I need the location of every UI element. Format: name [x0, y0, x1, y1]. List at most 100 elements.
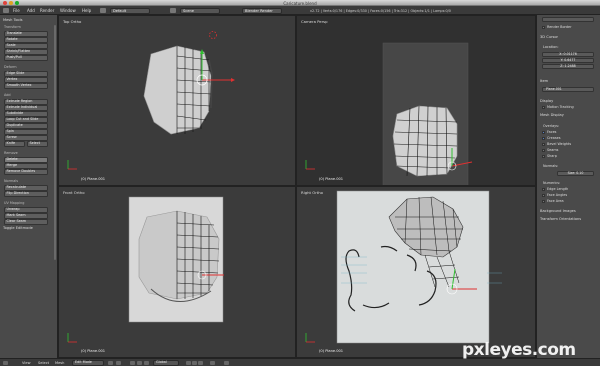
- flip-direction-button[interactable]: Flip Direction: [4, 191, 48, 197]
- menu-window[interactable]: Window: [60, 8, 76, 13]
- 3d-cursor-header[interactable]: 3D Cursor: [540, 35, 558, 39]
- duplicate-button[interactable]: Duplicate: [4, 123, 48, 129]
- translate-manipulator-icon[interactable]: [137, 360, 142, 365]
- background-images-header[interactable]: Background Images: [540, 209, 576, 213]
- render-border-checkbox[interactable]: [542, 26, 545, 29]
- mesh-display-header[interactable]: Mesh Display: [540, 113, 564, 117]
- face-angles-label: Face Angles: [547, 193, 568, 197]
- menu-view[interactable]: View: [22, 361, 31, 365]
- overlays-label: Overlays:: [543, 124, 560, 128]
- knife-select-button[interactable]: Select: [27, 141, 48, 147]
- edge-slide-button[interactable]: Edge Slide: [4, 71, 48, 77]
- editor-type-icon[interactable]: [3, 360, 8, 365]
- spin-button[interactable]: Spin: [4, 129, 48, 135]
- toggle-editmode-header[interactable]: Toggle Editmode: [3, 226, 33, 230]
- menu-select[interactable]: Select: [38, 361, 49, 365]
- shading-icon[interactable]: [108, 360, 113, 365]
- tool-shelf-scrollbar[interactable]: [54, 25, 56, 260]
- mesh-camera-view: [305, 42, 473, 185]
- menu-add[interactable]: Add: [27, 8, 35, 13]
- delete-button[interactable]: Delete: [4, 157, 48, 163]
- display-header[interactable]: Display: [540, 99, 553, 103]
- merge-button[interactable]: Merge: [4, 163, 48, 169]
- item-header[interactable]: Item: [540, 79, 548, 83]
- active-object-label: (0) Plane.001: [81, 349, 106, 353]
- motion-tracking-checkbox[interactable]: [542, 106, 545, 109]
- mesh-tools-header[interactable]: Mesh Tools: [3, 18, 22, 22]
- snap-icon[interactable]: [210, 360, 215, 365]
- seams-checkbox[interactable]: [542, 149, 545, 152]
- mesh-right-view: [305, 190, 502, 344]
- edge-select-icon[interactable]: [192, 360, 197, 365]
- active-object-label: (0) Plane.001: [319, 177, 344, 181]
- creases-label: Creases: [547, 136, 561, 140]
- rotate-button[interactable]: Rotate: [4, 37, 48, 43]
- render-preview-icon[interactable]: [224, 360, 229, 365]
- scene-icon[interactable]: [170, 8, 176, 13]
- scale-button[interactable]: Scale: [4, 43, 48, 49]
- clear-seam-button[interactable]: Clear Seam: [4, 219, 48, 225]
- mesh-top-view: [67, 31, 235, 170]
- vertex-button[interactable]: Vertex: [4, 77, 48, 83]
- menu-file[interactable]: File: [13, 8, 20, 13]
- smooth-vertex-button[interactable]: Smooth Vertex: [4, 83, 48, 89]
- extrude-individual-button[interactable]: Extrude Individual: [4, 105, 48, 111]
- recalculate-button[interactable]: Recalculate: [4, 185, 48, 191]
- pivot-icon[interactable]: [116, 360, 121, 365]
- screw-button[interactable]: Screw: [4, 135, 48, 141]
- rotate-manipulator-icon[interactable]: [144, 360, 149, 365]
- face-area-checkbox[interactable]: [542, 200, 545, 203]
- remove-section-label: Remove: [4, 151, 18, 155]
- mode-dropdown[interactable]: Edit Mode: [72, 360, 104, 366]
- viewport-right-ortho[interactable]: Right Ortho (0) Plane.001: [296, 186, 536, 358]
- extrude-region-button[interactable]: Extrude Region: [4, 99, 48, 105]
- render-engine-dropdown[interactable]: Blender Render: [242, 7, 282, 14]
- location-label: Location:: [543, 45, 559, 49]
- knife-button[interactable]: Knife: [4, 141, 25, 147]
- viewport-camera-persp[interactable]: Camera Persp (0) Plane.001: [296, 15, 536, 186]
- unwrap-button[interactable]: Unwrap: [4, 207, 48, 213]
- edge-length-checkbox[interactable]: [542, 188, 545, 191]
- vertex-select-icon[interactable]: [186, 360, 191, 365]
- window-title: Caricature.blend: [283, 0, 317, 6]
- edge-length-label: Edge Length: [547, 187, 569, 191]
- scene-dropdown[interactable]: Scene: [180, 7, 220, 14]
- faces-checkbox[interactable]: [542, 131, 545, 134]
- camera-dropdown[interactable]: [542, 17, 594, 22]
- translate-button[interactable]: Translate: [4, 31, 48, 37]
- menu-help[interactable]: Help: [82, 8, 91, 13]
- normals-label: Normals:: [543, 164, 559, 168]
- creases-checkbox[interactable]: [542, 137, 545, 140]
- transform-orientations-header[interactable]: Transform Orientations: [540, 217, 581, 221]
- info-editor-icon[interactable]: [3, 8, 9, 13]
- numerics-label: Numerics:: [543, 181, 561, 185]
- face-angles-checkbox[interactable]: [542, 194, 545, 197]
- screen-layout-icon[interactable]: [100, 8, 106, 13]
- scene-statistics: v2.72 | Verts:0/176 | Edges:0/330 | Face…: [310, 8, 451, 13]
- menu-render[interactable]: Render: [40, 8, 54, 13]
- cursor-x-field[interactable]: X: 0.01176: [542, 52, 594, 57]
- menu-mesh[interactable]: Mesh: [55, 361, 64, 365]
- screen-layout-dropdown[interactable]: Default: [110, 7, 150, 14]
- info-header: File Add Render Window Help Default Scen…: [0, 6, 600, 15]
- viewport-front-ortho[interactable]: Front Ortho (0) Plane.001: [58, 186, 296, 358]
- shrink-flatten-button[interactable]: Shrink/Flatten: [4, 49, 48, 55]
- cursor-y-field[interactable]: Y: 0.6477: [542, 58, 594, 63]
- face-select-icon[interactable]: [198, 360, 203, 365]
- viewport-top-ortho[interactable]: Top Ortho (0) Plane.001: [58, 15, 296, 186]
- remove-doubles-button[interactable]: Remove Doubles: [4, 169, 48, 175]
- mark-seam-button[interactable]: Mark Seam: [4, 213, 48, 219]
- cursor-z-field[interactable]: Z: 1.2488: [542, 64, 594, 69]
- normals-size-field[interactable]: Size: 0.10: [557, 171, 594, 176]
- subdivide-button[interactable]: Subdivide: [4, 111, 48, 117]
- sharp-label: Sharp: [547, 154, 557, 158]
- item-name-field[interactable]: Plane.001: [542, 87, 594, 92]
- render-border-label: Render Border: [547, 25, 572, 29]
- orientation-dropdown[interactable]: Global: [153, 360, 179, 366]
- manipulator-icon[interactable]: [130, 360, 135, 365]
- transform-section-label: Transform: [4, 25, 21, 29]
- bevel-weights-checkbox[interactable]: [542, 143, 545, 146]
- push-pull-button[interactable]: Push/Pull: [4, 55, 48, 61]
- sharp-checkbox[interactable]: [542, 155, 545, 158]
- loop-cut-slide-button[interactable]: Loop Cut and Slide: [4, 117, 48, 123]
